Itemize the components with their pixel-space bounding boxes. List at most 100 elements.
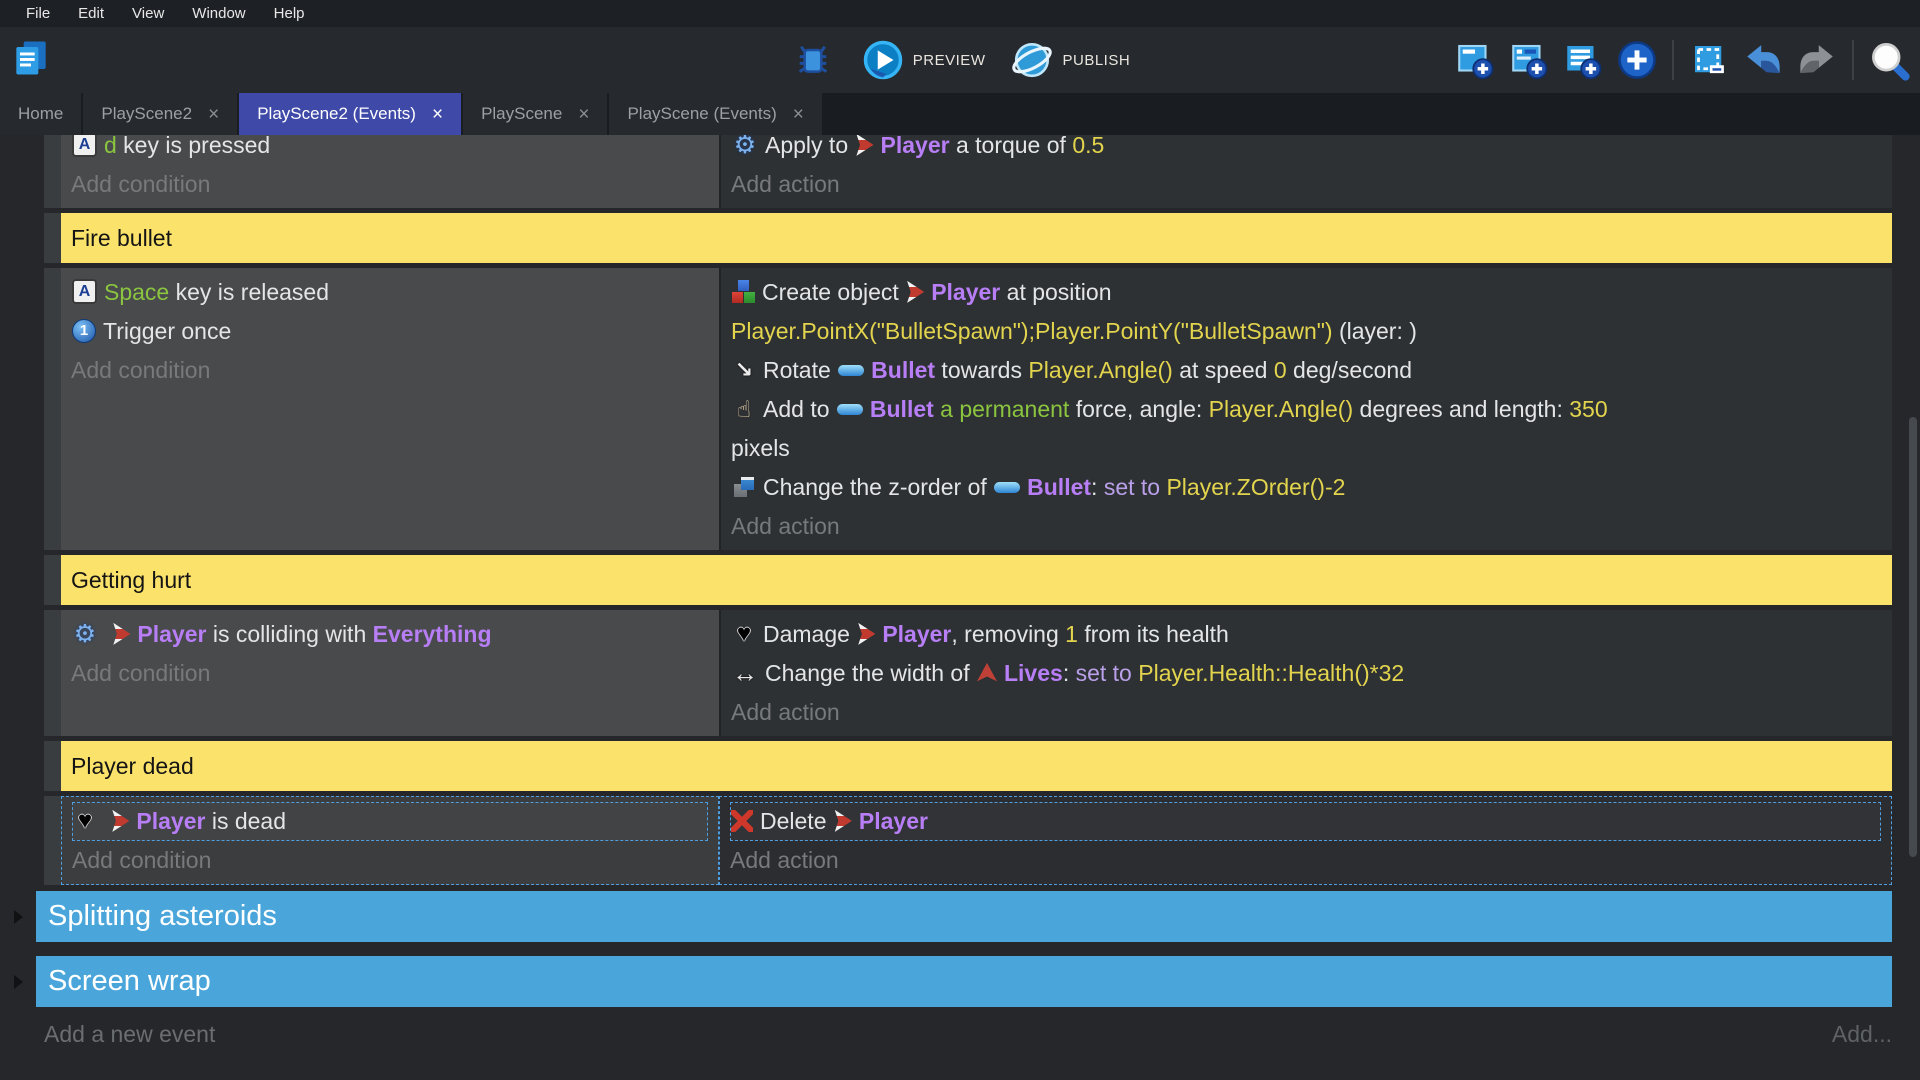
menu-item-edit[interactable]: Edit bbox=[64, 0, 118, 27]
action-line[interactable]: Delete Player bbox=[730, 802, 1881, 841]
action-line[interactable]: pixels bbox=[731, 429, 1882, 468]
close-tab-icon[interactable]: × bbox=[432, 105, 443, 124]
add-subevent-button[interactable] bbox=[1506, 37, 1552, 83]
row-drag-handle[interactable] bbox=[44, 555, 61, 605]
redo-button[interactable] bbox=[1794, 37, 1840, 83]
group-row[interactable]: Splitting asteroids bbox=[12, 891, 1892, 942]
close-tab-icon[interactable]: × bbox=[793, 105, 804, 124]
text-segment: 350 bbox=[1569, 396, 1607, 422]
preview-button[interactable]: PREVIEW bbox=[862, 39, 986, 81]
add-action-button[interactable]: Add action bbox=[731, 507, 1882, 546]
undo-button[interactable] bbox=[1740, 37, 1786, 83]
condition-line[interactable]: Space key is released bbox=[71, 273, 709, 312]
action-line[interactable]: Create object Player at position bbox=[731, 273, 1882, 312]
add-comment-button[interactable] bbox=[1560, 37, 1606, 83]
comment-bar[interactable]: Getting hurt bbox=[61, 555, 1892, 605]
condition-line[interactable]: d key is pressed bbox=[71, 135, 709, 165]
comment-row[interactable]: Fire bullet bbox=[44, 213, 1892, 263]
menu-item-help[interactable]: Help bbox=[260, 0, 319, 27]
close-tab-icon[interactable]: × bbox=[208, 105, 219, 124]
search-button[interactable] bbox=[1866, 37, 1912, 83]
text-segment: : bbox=[1063, 660, 1076, 686]
text-segment: Delete bbox=[760, 808, 833, 834]
player-ship-icon bbox=[834, 810, 852, 832]
row-drag-handle[interactable] bbox=[44, 610, 61, 736]
actions-cell[interactable]: Delete PlayerAdd action bbox=[719, 796, 1892, 885]
tab-playscene[interactable]: PlayScene × bbox=[463, 93, 607, 135]
comment-text: Getting hurt bbox=[71, 567, 191, 594]
conditions-cell[interactable]: d key is pressedAdd condition bbox=[61, 135, 719, 208]
add-condition-button[interactable]: Add condition bbox=[71, 654, 709, 693]
vertical-scrollbar[interactable] bbox=[1909, 417, 1917, 857]
add-action-button[interactable]: Add action bbox=[730, 841, 1881, 880]
add-event-button[interactable] bbox=[1452, 37, 1498, 83]
actions-cell[interactable]: Damage Player, removing 1 from its healt… bbox=[719, 610, 1892, 736]
action-line[interactable]: Damage Player, removing 1 from its healt… bbox=[731, 615, 1882, 654]
condition-line[interactable]: Player is dead bbox=[72, 802, 708, 841]
group-title-bar[interactable]: Screen wrap bbox=[36, 956, 1892, 1007]
condition-line[interactable]: Player is colliding with Everything bbox=[71, 615, 709, 654]
collapse-arrow-icon[interactable] bbox=[14, 975, 23, 989]
comment-row[interactable]: Getting hurt bbox=[44, 555, 1892, 605]
add-condition-button[interactable]: Add condition bbox=[71, 351, 709, 390]
debug-button[interactable] bbox=[790, 37, 836, 83]
event-row[interactable]: Player is colliding with EverythingAdd c… bbox=[44, 610, 1892, 736]
action-line[interactable]: Change the width of Lives: set to Player… bbox=[731, 654, 1882, 693]
comment-row[interactable]: Player dead bbox=[44, 741, 1892, 791]
preview-label: PREVIEW bbox=[913, 52, 986, 69]
comment-bar[interactable]: Fire bullet bbox=[61, 213, 1892, 263]
delete-selection-button[interactable] bbox=[1686, 37, 1732, 83]
actions-cell[interactable]: Create object Player at positionPlayer.P… bbox=[719, 268, 1892, 550]
text-segment: force, angle: bbox=[1069, 396, 1208, 422]
add-new-event-button[interactable]: Add a new event bbox=[44, 1021, 215, 1048]
add-condition-button[interactable]: Add condition bbox=[71, 165, 709, 204]
row-drag-handle[interactable] bbox=[44, 796, 61, 885]
close-tab-icon[interactable]: × bbox=[578, 105, 589, 124]
text-segment: Player.Angle() bbox=[1028, 357, 1172, 383]
action-line[interactable]: Change the z-order of Bullet: set to Pla… bbox=[731, 468, 1882, 507]
event-row[interactable]: d key is pressedAdd conditionApply to Pl… bbox=[44, 135, 1892, 208]
row-drag-handle[interactable] bbox=[44, 135, 61, 208]
tab-playscene2-events[interactable]: PlayScene2 (Events) × bbox=[239, 93, 461, 135]
menu-item-file[interactable]: File bbox=[12, 0, 64, 27]
event-row[interactable]: Space key is releasedTrigger onceAdd con… bbox=[44, 268, 1892, 550]
actions-cell[interactable]: Apply to Player a torque of 0.5Add actio… bbox=[719, 135, 1892, 208]
collapse-arrow-icon[interactable] bbox=[14, 910, 23, 924]
comment-bar[interactable]: Player dead bbox=[61, 741, 1892, 791]
row-drag-handle[interactable] bbox=[44, 213, 61, 263]
conditions-cell[interactable]: Player is colliding with EverythingAdd c… bbox=[61, 610, 719, 736]
conditions-cell[interactable]: Space key is releasedTrigger onceAdd con… bbox=[61, 268, 719, 550]
add-action-button[interactable]: Add action bbox=[731, 165, 1882, 204]
toolbar-separator bbox=[1852, 40, 1854, 80]
player-ship-icon bbox=[856, 135, 874, 156]
publish-button[interactable]: PUBLISH bbox=[1011, 39, 1130, 81]
add-button[interactable]: Add... bbox=[1832, 1021, 1892, 1048]
main-toolbar: PREVIEW PUBLISH bbox=[0, 27, 1920, 93]
text-segment: Apply to bbox=[765, 135, 855, 158]
add-condition-button[interactable]: Add condition bbox=[72, 841, 708, 880]
tab-home[interactable]: Home bbox=[0, 93, 81, 135]
choose-event-button[interactable] bbox=[1614, 37, 1660, 83]
conditions-cell[interactable]: Player is deadAdd condition bbox=[61, 796, 719, 885]
event-row[interactable]: Player is deadAdd conditionDelete Player… bbox=[44, 796, 1892, 885]
row-drag-handle[interactable] bbox=[44, 268, 61, 550]
group-title: Screen wrap bbox=[48, 965, 211, 998]
menu-item-window[interactable]: Window bbox=[178, 0, 259, 27]
text-segment: Damage bbox=[763, 621, 856, 647]
action-line[interactable]: Add to Bullet a permanent force, angle: … bbox=[731, 390, 1882, 429]
action-line[interactable]: Rotate Bullet towards Player.Angle() at … bbox=[731, 351, 1882, 390]
group-title-bar[interactable]: Splitting asteroids bbox=[36, 891, 1892, 942]
tab-playscene-events[interactable]: PlayScene (Events) × bbox=[609, 93, 821, 135]
action-line[interactable]: Apply to Player a torque of 0.5 bbox=[731, 135, 1882, 165]
row-drag-handle[interactable] bbox=[44, 741, 61, 791]
tab-playscene2[interactable]: PlayScene2 × bbox=[83, 93, 237, 135]
physics-icon bbox=[72, 620, 98, 648]
force-icon bbox=[732, 395, 756, 423]
player-ship-icon bbox=[857, 623, 875, 645]
add-action-button[interactable]: Add action bbox=[731, 693, 1882, 732]
menu-item-view[interactable]: View bbox=[118, 0, 178, 27]
text-segment: Change the z-order of bbox=[763, 474, 993, 500]
group-row[interactable]: Screen wrap bbox=[12, 956, 1892, 1007]
action-line[interactable]: Player.PointX("BulletSpawn");Player.Poin… bbox=[731, 312, 1882, 351]
condition-line[interactable]: Trigger once bbox=[71, 312, 709, 351]
